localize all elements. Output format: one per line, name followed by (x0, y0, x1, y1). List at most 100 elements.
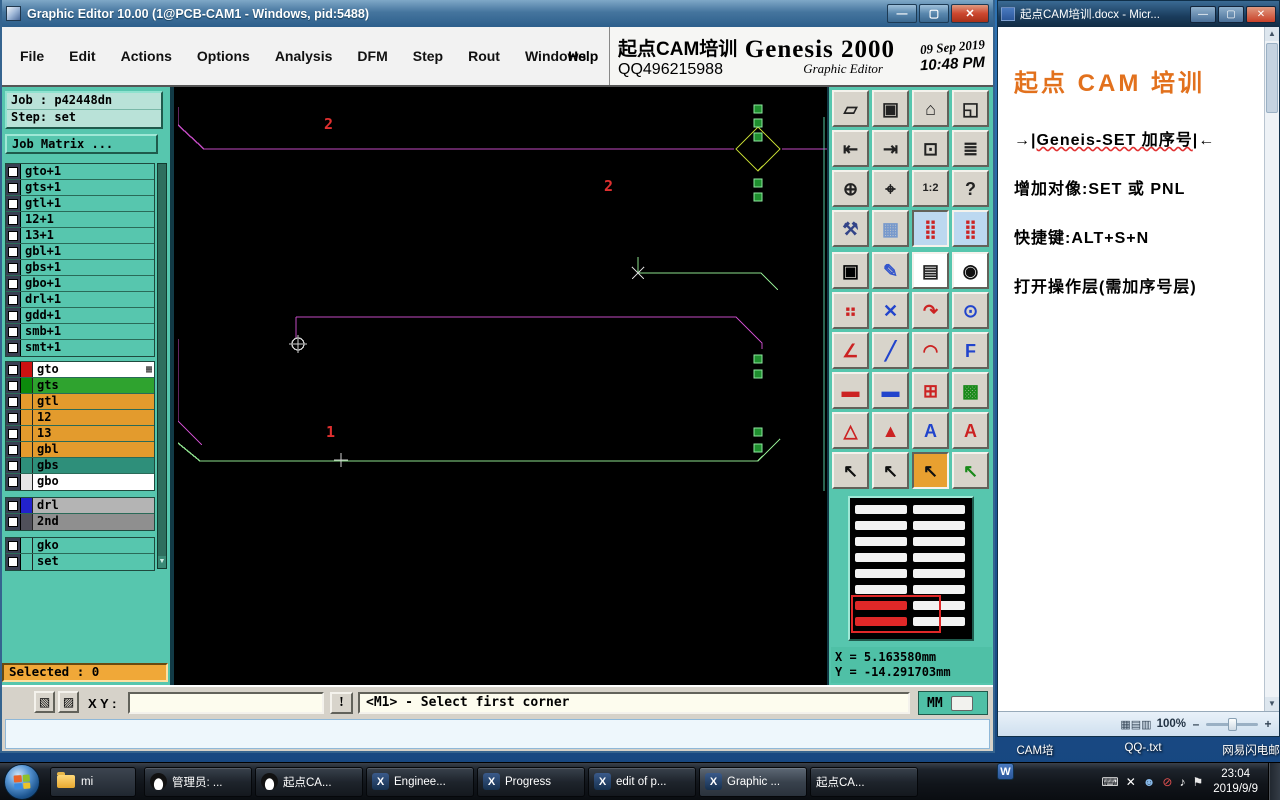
layer-color-swatch[interactable] (21, 538, 33, 553)
job-matrix-button[interactable]: Job Matrix ... (5, 134, 158, 154)
layer-visibility-checkbox[interactable] (6, 426, 21, 441)
select-touch-icon[interactable]: ↖ (912, 452, 949, 489)
pad[interactable] (753, 354, 763, 364)
menu-dfm[interactable]: DFM (357, 48, 387, 64)
layer-scrollbar[interactable]: ▼ (157, 163, 167, 569)
surface-draw-icon[interactable]: ✎ (872, 252, 909, 289)
layer-row[interactable]: gbs (6, 458, 154, 474)
taskbar-item[interactable]: 起点CA... (255, 766, 363, 797)
layer-visibility-checkbox[interactable] (6, 498, 21, 513)
pad-select-icon[interactable]: ⠶ (832, 292, 869, 329)
layer-row[interactable]: 2nd (6, 514, 154, 530)
word-document[interactable]: 起点 CAM 培训 →|Geneis-SET 加序号|← 增加对像:SET 或 … (998, 27, 1264, 711)
layer-row[interactable]: drl (6, 498, 154, 514)
apex-blue-icon[interactable]: A (912, 412, 949, 449)
x-server-icon[interactable]: ✕ (1126, 776, 1136, 788)
close-button[interactable]: ✕ (1246, 5, 1276, 23)
scroll-down-icon[interactable]: ▼ (158, 556, 166, 568)
layer-queue-row[interactable]: gts+1 (6, 180, 154, 196)
layer-queue-row[interactable]: gbs+1 (6, 260, 154, 276)
select-mode-icon[interactable]: ▧ (34, 691, 55, 713)
trace[interactable] (637, 257, 779, 291)
highlight-pads-alt-icon[interactable]: ⣿ (952, 210, 989, 247)
zoom-slider[interactable] (1206, 717, 1258, 731)
grid-icon[interactable]: ▦ (872, 210, 909, 247)
dash-red-icon[interactable]: ▬ (832, 372, 869, 409)
pad[interactable] (753, 178, 763, 188)
desktop-icon-label[interactable]: QQ-.txt (1093, 742, 1193, 754)
layer-color-swatch[interactable] (21, 410, 33, 425)
menu-file[interactable]: File (20, 48, 44, 64)
menu-options[interactable]: Options (197, 48, 250, 64)
maximize-button[interactable]: ▢ (919, 4, 949, 23)
select-net-icon[interactable]: ↖ (952, 452, 989, 489)
word-titlebar[interactable]: 起点CAM培训.docx - Micr... — ▢ ✕ (998, 1, 1279, 27)
layer-queue-row[interactable]: gbl+1 (6, 244, 154, 260)
layer-row[interactable]: gtl (6, 394, 154, 410)
show-desktop-button[interactable] (1268, 762, 1280, 800)
genesis-titlebar[interactable]: Graphic Editor 10.00 (1@PCB-CAM1 - Windo… (2, 0, 993, 27)
display-icon[interactable]: ▣ (872, 90, 909, 127)
layer-visibility-checkbox[interactable] (6, 458, 21, 473)
taskbar-item[interactable]: X Enginee... (366, 766, 474, 797)
highlight-pads-icon[interactable]: ⣿ (912, 210, 949, 247)
minimize-button[interactable]: — (887, 4, 917, 23)
taskbar-item[interactable]: 管理员: ... (144, 766, 252, 797)
layer-visibility-checkbox[interactable] (6, 474, 21, 490)
units-dropdown-button[interactable] (950, 695, 973, 711)
scroll-thumb[interactable] (1266, 43, 1278, 113)
layer-queue-row[interactable]: smt+1 (6, 340, 154, 356)
zoom-fit-icon[interactable]: ⌖ (872, 170, 909, 207)
origin-icon[interactable]: ⊙ (952, 292, 989, 329)
layer-queue-row[interactable]: gbo+1 (6, 276, 154, 292)
menu-help[interactable]: Help (568, 27, 598, 85)
reshape-icon[interactable]: ⊞ (912, 372, 949, 409)
taskbar-item[interactable]: X Graphic ... (699, 766, 807, 797)
zoom-area-icon[interactable]: ⊡ (912, 130, 949, 167)
network-icon[interactable]: ⚑ (1192, 776, 1203, 788)
taskbar-item[interactable]: X Progress (477, 766, 585, 797)
layer-queue-row[interactable]: gtl+1 (6, 196, 154, 212)
pad[interactable] (753, 192, 763, 202)
dash-blue-icon[interactable]: ▬ (872, 372, 909, 409)
layer-visibility-checkbox[interactable] (6, 538, 21, 553)
taskbar-clock[interactable]: 23:04 2019/9/9 (1213, 767, 1258, 797)
word-scrollbar[interactable]: ▲ ▼ (1264, 27, 1279, 711)
home-view-icon[interactable]: ⌂ (912, 90, 949, 127)
taskbar-item[interactable]: Xedit of p... (588, 766, 696, 797)
layer-visibility-checkbox[interactable] (6, 554, 21, 570)
pad[interactable] (753, 132, 763, 142)
pan-left-icon[interactable]: ⇤ (832, 130, 869, 167)
pad[interactable] (753, 443, 763, 453)
layer-queue-row[interactable]: smb+1 (6, 324, 154, 340)
layer-visibility-checkbox[interactable] (6, 324, 21, 339)
minimize-button[interactable]: — (1190, 5, 1216, 23)
layer-queue-row[interactable]: gto+1 (6, 164, 154, 180)
layer-color-swatch[interactable] (21, 378, 33, 393)
layer-visibility-checkbox[interactable] (6, 276, 21, 291)
layer-color-swatch[interactable] (21, 514, 33, 530)
profile-icon[interactable]: ▣ (832, 252, 869, 289)
taskbar-pinned-folder[interactable]: mi (50, 766, 136, 797)
layer-visibility-checkbox[interactable] (6, 410, 21, 425)
help-icon[interactable]: ? (952, 170, 989, 207)
pad[interactable] (753, 104, 763, 114)
ruler-icon[interactable]: ▤ (912, 252, 949, 289)
apex-red-icon[interactable]: A (952, 412, 989, 449)
trace[interactable] (735, 316, 763, 349)
layer-row[interactable]: gbo (6, 474, 154, 490)
xy-input[interactable] (128, 692, 324, 714)
zoom-level[interactable]: 100% (1157, 718, 1186, 730)
keyboard-icon[interactable]: ⌨ (1101, 776, 1118, 788)
menu-actions[interactable]: Actions (121, 48, 172, 64)
layer-visibility-checkbox[interactable] (6, 442, 21, 457)
layer-visibility-checkbox[interactable] (6, 228, 21, 243)
text-icon[interactable]: F (952, 332, 989, 369)
scroll-down-icon[interactable]: ▼ (1265, 697, 1279, 711)
menu-edit[interactable]: Edit (69, 48, 95, 64)
pan-center-icon[interactable]: ⊕ (832, 170, 869, 207)
select-inside-icon[interactable]: ↖ (872, 452, 909, 489)
layer-visibility-checkbox[interactable] (6, 308, 21, 323)
slant-line-icon[interactable]: ╱ (872, 332, 909, 369)
volume-icon[interactable]: ♪ (1179, 776, 1185, 788)
